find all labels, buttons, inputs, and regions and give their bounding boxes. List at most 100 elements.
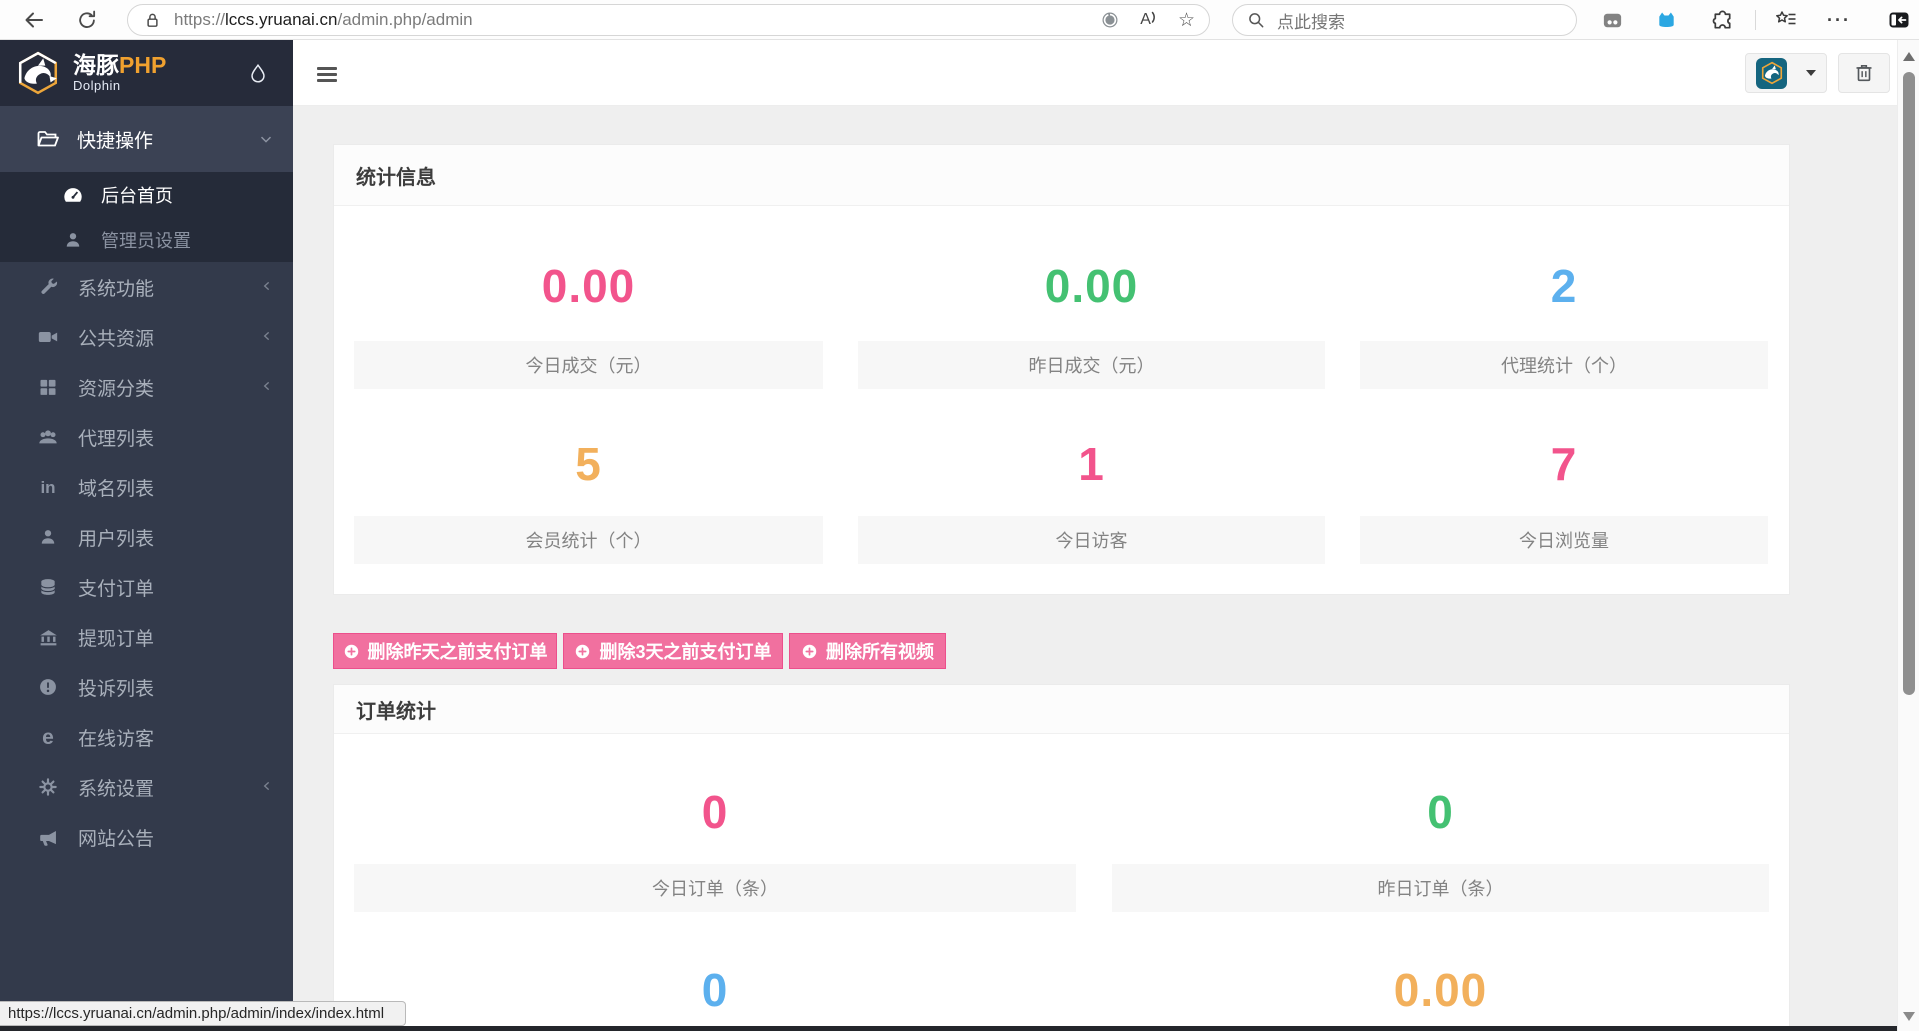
sidebar-item-withdrawal-orders[interactable]: 提现订单	[0, 612, 293, 662]
bulk-action-buttons: 删除昨天之前支付订单 删除3天之前支付订单 删除所有视频	[333, 633, 946, 669]
brand-subtitle: Dolphin	[73, 78, 121, 93]
lock-icon	[147, 13, 158, 27]
chevron-left-icon	[259, 278, 275, 300]
video-camera-icon	[36, 326, 60, 348]
card-title: 统计信息	[334, 145, 1789, 206]
browser-toolbar: https://lccs.yruanai.cn/admin.php/admin …	[0, 0, 1919, 40]
bank-icon	[36, 627, 60, 648]
avatar	[1756, 57, 1787, 89]
sidebar-item-system-functions[interactable]: 系统功能	[0, 262, 293, 312]
tracking-prevention-icon[interactable]	[1100, 10, 1120, 30]
user-icon	[36, 527, 60, 547]
stat-today-visitors: 1 今日访客	[858, 389, 1325, 564]
plus-circle-icon	[802, 644, 817, 658]
tab-workspaces-icon[interactable]	[1596, 4, 1628, 36]
plus-circle-icon	[576, 644, 590, 658]
sidebar-item-domain-list[interactable]: in 域名列表	[0, 462, 293, 512]
sidebar-item-payment-orders[interactable]: 支付订单	[0, 562, 293, 612]
stat-yesterday-revenue: 0.00 昨日成交（元）	[858, 206, 1325, 389]
chevron-left-icon	[259, 778, 275, 800]
exclamation-circle-icon	[36, 677, 60, 697]
edge-browser-icon: e	[42, 725, 54, 749]
scrollbar-thumb[interactable]	[1903, 72, 1915, 695]
linkedin-in-icon: in	[40, 477, 56, 497]
refresh-icon	[79, 10, 96, 28]
browser-search-box[interactable]: 点此搜索	[1232, 4, 1577, 36]
plus-circle-icon	[344, 644, 358, 658]
delete-orders-before-3days-button[interactable]: 删除3天之前支付订单	[563, 633, 783, 669]
url-text: https://lccs.yruanai.cn/admin.php/admin	[174, 10, 473, 29]
sidebar-item-site-announcement[interactable]: 网站公告	[0, 812, 293, 862]
stat-today-orders: 0 今日订单（条）	[354, 734, 1076, 912]
link-status-tooltip: https://lccs.yruanai.cn/admin.php/admin/…	[0, 1001, 406, 1026]
sidebar-item-public-resources[interactable]: 公共资源	[0, 312, 293, 362]
statistics-card: 统计信息 0.00 今日成交（元） 0.00 昨日成交（元） 2 代理统计（个）…	[333, 144, 1790, 595]
stat-member-count: 5 会员统计（个）	[354, 389, 823, 564]
extensions-puzzle-icon[interactable]	[1706, 4, 1738, 36]
back-arrow-icon	[25, 12, 43, 28]
cat-extension-icon[interactable]	[1650, 4, 1682, 36]
dolphin-avatar-icon	[1761, 61, 1782, 85]
user-menu-button[interactable]	[1745, 53, 1827, 93]
database-icon	[36, 577, 60, 597]
sidebar: 海豚PHP Dolphin 快捷操作 后台首页 管理员设置 系统功能 公共资源 …	[0, 40, 293, 1026]
browser-window: https://lccs.yruanai.cn/admin.php/admin …	[0, 0, 1919, 1031]
search-placeholder: 点此搜索	[1277, 12, 1345, 32]
back-button[interactable]	[18, 4, 50, 36]
search-icon	[1249, 13, 1264, 28]
dashboard-gauge-icon	[62, 184, 84, 206]
users-icon	[36, 426, 60, 448]
water-drop-icon	[251, 63, 265, 83]
sidebar-item-complaints[interactable]: 投诉列表	[0, 662, 293, 712]
page-scrollbar[interactable]	[1897, 40, 1919, 1031]
more-options-icon[interactable]: ···	[1823, 4, 1855, 36]
address-bar[interactable]: https://lccs.yruanai.cn/admin.php/admin …	[127, 4, 1210, 36]
sidebar-item-dashboard[interactable]: 后台首页	[0, 172, 293, 217]
sidebar-section-quick-actions[interactable]: 快捷操作	[0, 106, 293, 172]
delete-all-videos-button[interactable]: 删除所有视频	[789, 633, 946, 669]
order-statistics-card: 订单统计 0 今日订单（条） 0 昨日订单（条） 0 0.00	[333, 684, 1790, 1031]
refresh-button[interactable]	[71, 4, 103, 36]
scroll-down-arrow[interactable]	[1903, 1012, 1915, 1021]
sidebar-item-user-list[interactable]: 用户列表	[0, 512, 293, 562]
brand-title: 海豚PHP	[73, 52, 167, 78]
gear-icon	[36, 777, 60, 797]
sidebar-item-resource-categories[interactable]: 资源分类	[0, 362, 293, 412]
chevron-left-icon	[259, 378, 275, 400]
scroll-up-arrow[interactable]	[1903, 52, 1915, 61]
folder-open-icon	[36, 127, 60, 151]
window-bottom-edge	[0, 1026, 1897, 1031]
sidebar-item-online-visitors[interactable]: e 在线访客	[0, 712, 293, 762]
sidebar-logo-bar[interactable]: 海豚PHP Dolphin	[0, 40, 293, 106]
chevron-down-icon	[257, 130, 275, 154]
stat-yesterday-orders: 0 昨日订单（条）	[1112, 734, 1769, 912]
bullhorn-icon	[36, 827, 60, 848]
stat-partial-right: 0.00	[1393, 964, 1488, 1016]
sidebar-item-agent-list[interactable]: 代理列表	[0, 412, 293, 462]
dolphin-logo-icon	[18, 51, 58, 95]
favorite-star-icon[interactable]: ☆	[1178, 9, 1195, 32]
stat-partial-left: 0	[701, 964, 729, 1016]
sidebar-panel-icon[interactable]	[1883, 4, 1915, 36]
stat-today-revenue: 0.00 今日成交（元）	[354, 206, 823, 389]
favorites-hub-icon[interactable]	[1770, 4, 1802, 36]
sidebar-item-admin-settings[interactable]: 管理员设置	[0, 217, 293, 262]
stat-agent-count: 2 代理统计（个）	[1360, 206, 1768, 389]
wrench-icon	[36, 277, 60, 298]
user-icon	[62, 230, 84, 250]
sidebar-submenu: 后台首页 管理员设置	[0, 172, 293, 262]
grid-icon	[36, 377, 60, 397]
main-content: 统计信息 0.00 今日成交（元） 0.00 昨日成交（元） 2 代理统计（个）…	[293, 106, 1897, 1031]
stat-today-pageviews: 7 今日浏览量	[1360, 389, 1768, 564]
toolbar-divider	[1755, 10, 1756, 30]
card-title: 订单统计	[334, 685, 1789, 734]
delete-orders-before-yesterday-button[interactable]: 删除昨天之前支付订单	[333, 633, 557, 669]
trash-icon	[1856, 65, 1872, 82]
sidebar-toggle-button[interactable]	[317, 67, 337, 85]
clear-cache-button[interactable]	[1838, 53, 1890, 93]
content-topbar	[293, 40, 1897, 106]
caret-down-icon	[1806, 70, 1816, 76]
chevron-left-icon	[259, 328, 275, 350]
read-aloud-icon[interactable]: A	[1140, 11, 1158, 29]
sidebar-item-system-settings[interactable]: 系统设置	[0, 762, 293, 812]
